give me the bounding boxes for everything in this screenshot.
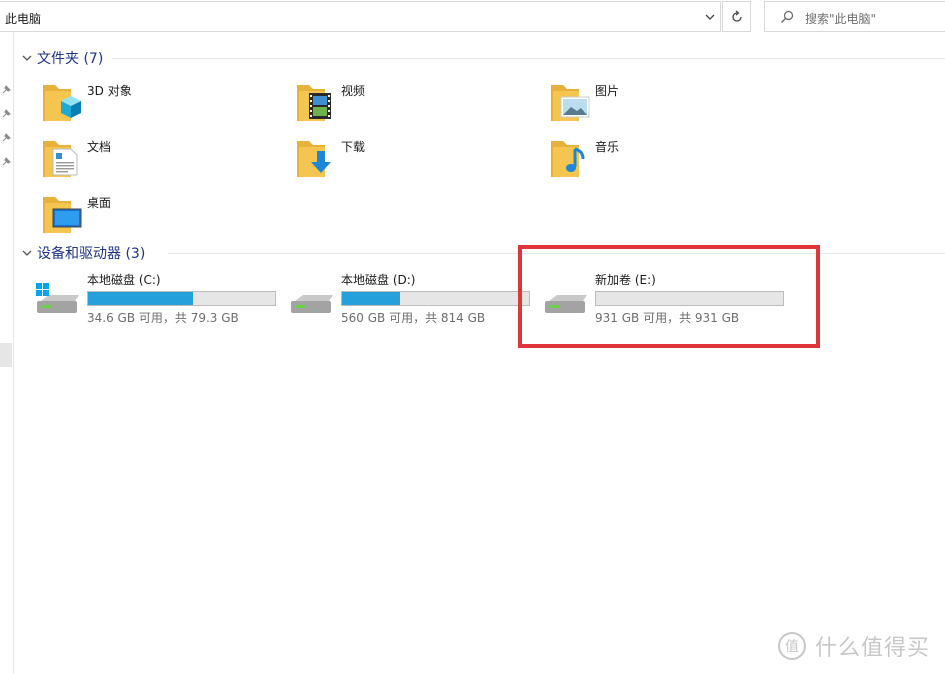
address-path[interactable]: 此电脑 xyxy=(5,10,41,27)
folder-item-3d-objects[interactable]: 3D 对象 xyxy=(41,79,271,131)
drive-free-space: 34.6 GB 可用，共 79.3 GB xyxy=(87,311,239,325)
highlight-annotation-box xyxy=(518,245,820,348)
folder-label: 音乐 xyxy=(595,140,620,154)
folder-label: 下载 xyxy=(341,140,366,154)
folder-label: 桌面 xyxy=(87,196,112,210)
hard-drive-icon xyxy=(291,295,333,313)
smzdm-logo-icon: 值 xyxy=(778,632,806,660)
chevron-down-icon[interactable] xyxy=(20,51,34,65)
folder-item-pictures[interactable]: 图片 xyxy=(549,79,779,131)
folder-item-desktop[interactable]: 桌面 xyxy=(41,191,271,243)
folder-3d-objects-icon xyxy=(43,85,81,121)
folder-label: 视频 xyxy=(341,84,366,98)
folder-item-music[interactable]: 音乐 xyxy=(549,135,779,187)
folder-desktop-icon xyxy=(43,197,82,233)
drive-name: 本地磁盘 (D:) xyxy=(341,273,416,287)
folder-label: 图片 xyxy=(595,84,620,98)
folder-pictures-icon xyxy=(551,85,590,121)
windows-drive-icon xyxy=(36,283,79,313)
folder-item-documents[interactable]: 文档 xyxy=(41,135,271,187)
group-divider xyxy=(112,58,945,59)
folder-downloads-icon xyxy=(297,141,331,177)
nav-selected-item[interactable] xyxy=(0,343,12,367)
drive-usage-fill xyxy=(88,292,194,305)
drive-free-space: 560 GB 可用，共 814 GB xyxy=(341,311,486,325)
watermark-text: 什么值得买 xyxy=(815,636,931,661)
navigation-pane[interactable] xyxy=(0,32,14,674)
refresh-button[interactable] xyxy=(722,1,751,32)
group-header-folders[interactable]: 文件夹 (7) xyxy=(20,48,945,68)
drive-item-d[interactable]: 本地磁盘 (D:) 560 GB 可用，共 814 GB xyxy=(289,269,539,329)
pin-icon[interactable] xyxy=(0,108,12,120)
group-header-devices[interactable]: 设备和驱动器 (3) xyxy=(20,243,945,263)
pin-icon[interactable] xyxy=(0,84,12,96)
folder-label: 文档 xyxy=(87,140,112,154)
search-icon xyxy=(781,10,794,23)
folder-videos-icon xyxy=(297,85,331,121)
chevron-down-icon xyxy=(705,14,714,20)
drive-name: 本地磁盘 (C:) xyxy=(87,273,161,287)
group-title: 文件夹 (7) xyxy=(37,51,104,67)
address-bar[interactable]: 此电脑 xyxy=(0,1,721,32)
search-placeholder[interactable]: 搜索"此电脑" xyxy=(805,10,876,27)
refresh-icon xyxy=(731,9,742,22)
watermark: 值 什么值得买 xyxy=(777,630,930,662)
folder-label: 3D 对象 xyxy=(87,84,132,98)
svg-text:值: 值 xyxy=(785,639,799,655)
folder-documents-icon xyxy=(43,141,78,177)
folder-music-icon xyxy=(551,141,585,177)
drive-item-c[interactable]: 本地磁盘 (C:) 34.6 GB 可用，共 79.3 GB xyxy=(35,269,285,329)
chevron-down-icon[interactable] xyxy=(20,246,34,260)
pin-icon[interactable] xyxy=(0,132,12,144)
group-title: 设备和驱动器 (3) xyxy=(37,246,146,262)
folder-item-downloads[interactable]: 下载 xyxy=(295,135,525,187)
folder-item-videos[interactable]: 视频 xyxy=(295,79,525,131)
drive-usage-fill xyxy=(342,292,401,305)
pin-icon[interactable] xyxy=(0,156,12,168)
drive-usage-bar xyxy=(87,291,276,306)
address-history-dropdown[interactable] xyxy=(698,2,720,31)
drive-usage-bar xyxy=(341,291,530,306)
search-box[interactable]: 搜索"此电脑" xyxy=(764,1,945,32)
